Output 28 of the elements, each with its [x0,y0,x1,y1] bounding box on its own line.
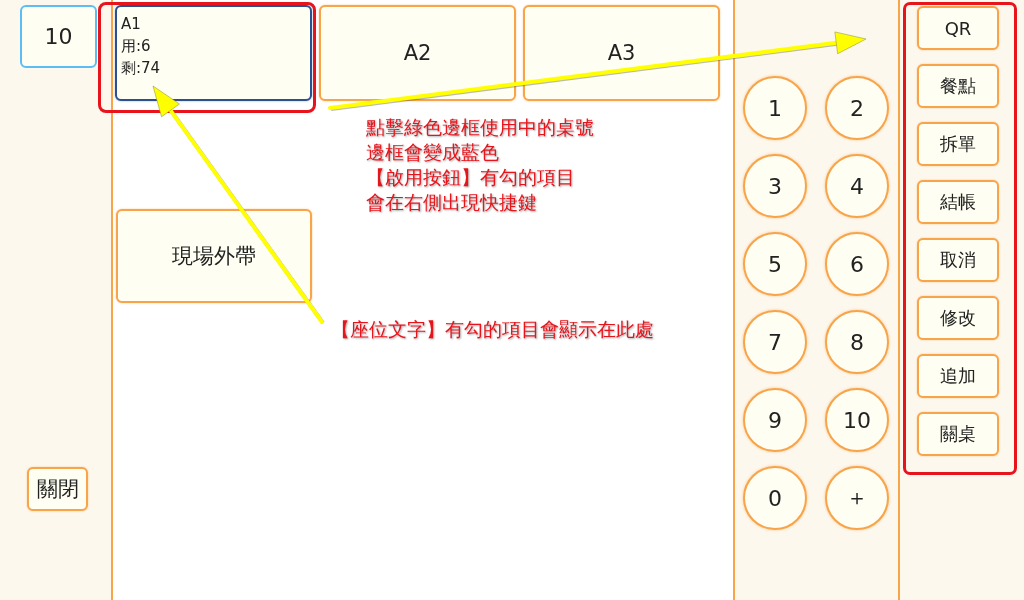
shortcut-button[interactable]: 追加 [917,354,999,398]
shortcut-button[interactable]: 餐點 [917,64,999,108]
keypad-key[interactable]: 4 [825,154,889,218]
table-tile[interactable]: A3 [523,5,720,101]
shortcut-button[interactable]: 結帳 [917,180,999,224]
number-display: 10 [20,5,97,68]
keypad-key[interactable]: 0 [743,466,807,530]
takeout-tile[interactable]: 現場外帶 [116,209,312,303]
annotation-note: 【座位文字】有勾的項目會顯示在此處 [331,317,654,342]
keypad-key[interactable]: 10 [825,388,889,452]
shortcut-button[interactable]: 拆單 [917,122,999,166]
table-tile[interactable]: A2 [319,5,516,101]
keypad-key[interactable]: ＋ [825,466,889,530]
keypad-key[interactable]: 5 [743,232,807,296]
keypad-key[interactable]: 9 [743,388,807,452]
keypad-key[interactable]: 7 [743,310,807,374]
keypad-key[interactable]: 1 [743,76,807,140]
shortcut-button[interactable]: 修改 [917,296,999,340]
shortcut-button[interactable]: 關桌 [917,412,999,456]
table-tile[interactable]: A1 用:6 剩:74 [115,5,312,101]
shortcut-button[interactable]: 取消 [917,238,999,282]
shortcut-button[interactable]: QR [917,6,999,50]
close-button[interactable]: 關閉 [27,467,88,511]
keypad-key[interactable]: 3 [743,154,807,218]
keypad-key[interactable]: 6 [825,232,889,296]
keypad-key[interactable]: 8 [825,310,889,374]
annotation-note: 點擊綠色邊框使用中的桌號 邊框會變成藍色 【啟用按鈕】有勾的項目 會在右側出現快捷鍵 [366,115,594,215]
keypad-key[interactable]: 2 [825,76,889,140]
